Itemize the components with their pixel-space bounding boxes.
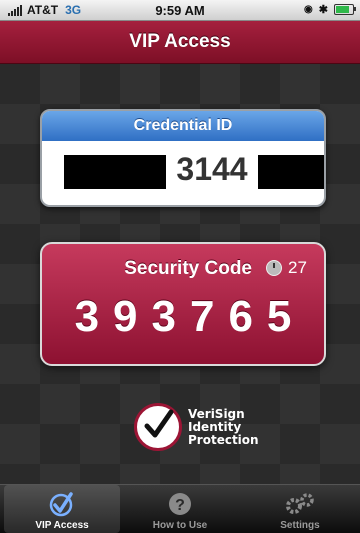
main-content: Credential ID 3144 Security Code 27 3937… <box>0 64 360 484</box>
seconds-remaining: 27 <box>288 258 307 277</box>
tab-how-to-use[interactable]: ? How to Use <box>120 485 240 533</box>
credential-header: Credential ID <box>42 111 324 141</box>
tab-label: Settings <box>280 520 320 531</box>
navigation-bar: VIP Access <box>0 21 360 64</box>
logo-line-2: Identity <box>188 419 242 434</box>
bluetooth-icon: ✱ <box>318 4 328 16</box>
clock-icon <box>266 260 282 276</box>
page-title: VIP Access <box>129 31 231 52</box>
logo-text: VeriSign Identity Protection <box>188 406 259 447</box>
check-icon <box>49 491 75 522</box>
verisign-logo: VeriSign Identity Protection <box>134 403 259 451</box>
credential-value: 3144 <box>42 141 324 205</box>
tab-bar: VIP Access ? How to Use Settings <box>0 484 360 533</box>
tab-label: How to Use <box>152 520 208 531</box>
logo-line-3: Protection <box>188 432 259 447</box>
status-bar: AT&T 3G 9:59 AM ◉ ✱ <box>0 0 360 21</box>
security-code: 393765 <box>74 292 306 341</box>
security-code-header: Security Code <box>124 258 252 279</box>
redaction-bar-right <box>258 155 324 189</box>
gears-icon <box>283 491 317 522</box>
tab-vip-access[interactable]: VIP Access <box>4 485 120 533</box>
tab-settings[interactable]: Settings <box>240 485 360 533</box>
question-icon: ? <box>167 491 193 522</box>
credential-digits: 3144 <box>176 151 248 187</box>
tab-label: VIP Access <box>35 520 89 531</box>
status-icons: ◉ ✱ <box>304 3 356 16</box>
logo-line-1: VeriSign <box>188 406 245 421</box>
redaction-bar-left <box>64 155 166 189</box>
countdown-timer: 27 <box>266 258 307 278</box>
battery-icon <box>334 4 356 15</box>
security-code-card: Security Code 27 393765 <box>40 242 326 366</box>
lock-rotation-icon: ◉ <box>304 4 313 15</box>
checkmark-seal-icon <box>134 403 182 451</box>
svg-text:?: ? <box>175 497 185 514</box>
credential-card: Credential ID 3144 <box>40 109 326 207</box>
